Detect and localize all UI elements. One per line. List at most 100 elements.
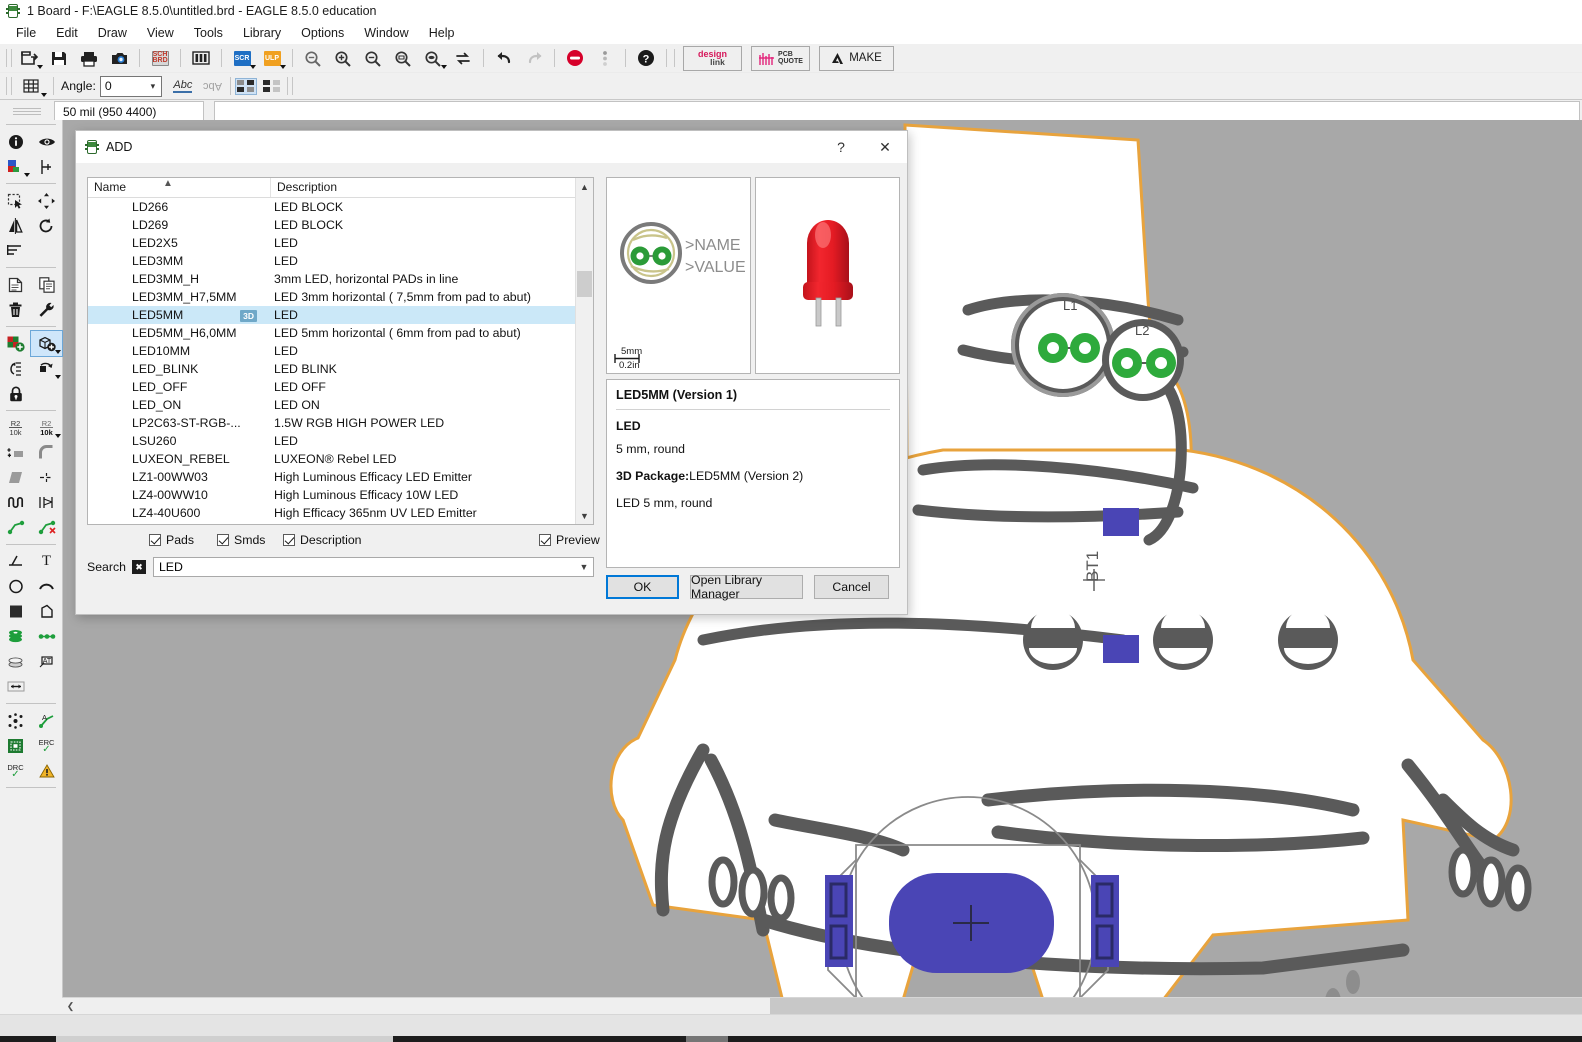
chevron-down-icon[interactable] (441, 65, 447, 69)
optimize-icon[interactable] (31, 465, 62, 490)
drc-icon[interactable]: DRC✓ (0, 758, 31, 783)
table-row[interactable]: LUXEON_REBELLUXEON® Rebel LED (88, 450, 593, 468)
circle-icon[interactable] (0, 574, 31, 599)
package-variant-icon[interactable] (31, 356, 62, 381)
menu-library[interactable]: Library (233, 24, 291, 42)
table-row[interactable]: LZ4-00WW10High Luminous Efficacy 10W LED (88, 486, 593, 504)
list-vertical-scrollbar[interactable]: ▲ ▼ (575, 178, 593, 524)
save-button[interactable] (44, 46, 74, 70)
move-icon[interactable] (31, 188, 62, 213)
search-combobox[interactable]: ▼ (153, 557, 594, 577)
delete-icon[interactable] (0, 297, 31, 322)
polygon-icon[interactable] (31, 599, 62, 624)
library-panel-button[interactable] (186, 46, 216, 70)
name-icon[interactable]: R210k (0, 415, 31, 440)
checkbox-box[interactable] (283, 534, 295, 546)
smash-icon[interactable] (0, 440, 31, 465)
redo-button[interactable] (519, 46, 549, 70)
pinswap-icon[interactable] (0, 356, 31, 381)
angle-combobox[interactable]: 0 ▾ (100, 76, 162, 97)
library-list[interactable]: Name ▲ Description LD266LED BLOCKLD269LE… (87, 177, 594, 525)
text-mirror-button[interactable]: Abc (198, 74, 228, 98)
scroll-thumb[interactable] (79, 998, 770, 1015)
miter-icon[interactable] (31, 440, 62, 465)
print-button[interactable] (74, 46, 104, 70)
signal-icon[interactable] (31, 624, 62, 649)
search-input[interactable] (154, 559, 575, 575)
erc-icon[interactable]: ERC✓ (31, 733, 62, 758)
script-button[interactable]: SCR (227, 46, 257, 70)
add-part-icon[interactable] (0, 331, 31, 356)
taskbar-item[interactable] (56, 1036, 393, 1042)
description-checkbox[interactable]: Description (283, 533, 362, 547)
group-icon[interactable] (0, 188, 31, 213)
table-row[interactable]: LED5MM_H6,0MMLED 5mm horizontal ( 6mm fr… (88, 324, 593, 342)
cam-processor-button[interactable] (104, 46, 134, 70)
clear-search-icon[interactable]: ✖ (132, 560, 146, 574)
chevron-down-icon[interactable] (280, 65, 286, 69)
checkbox-box[interactable] (149, 534, 161, 546)
design-rules-icon[interactable] (0, 733, 31, 758)
attribute-icon[interactable]: AT (31, 649, 62, 674)
chevron-down-icon[interactable] (41, 93, 47, 97)
stop-button[interactable] (560, 46, 590, 70)
menu-draw[interactable]: Draw (88, 24, 137, 42)
scroll-up-arrow[interactable]: ▲ (576, 178, 593, 195)
via-icon[interactable] (0, 624, 31, 649)
chevron-down-icon[interactable]: ▼ (575, 562, 593, 572)
table-row[interactable]: LP2C63-ST-RGB-...1.5W RGB HIGH POWER LED (88, 414, 593, 432)
chevron-down-icon[interactable]: ▾ (145, 81, 161, 92)
copy-icon[interactable] (0, 272, 31, 297)
wrench-replace-icon[interactable] (31, 297, 62, 322)
table-row[interactable]: LSU260LED (88, 432, 593, 450)
pcb-quote-button[interactable]: PCB QUOTE (751, 46, 810, 71)
chevron-down-icon[interactable] (24, 173, 30, 177)
meander-icon[interactable] (0, 490, 31, 515)
undo-button[interactable] (489, 46, 519, 70)
add-dialog[interactable]: ADD ? ✕ Name ▲ Description LD266LED BLOC… (75, 130, 908, 615)
preview-checkbox[interactable]: Preview (539, 533, 600, 547)
checkbox-box[interactable] (539, 534, 551, 546)
open-library-manager-button[interactable]: Open Library Manager (690, 575, 803, 599)
zoom-fit-button[interactable] (298, 46, 328, 70)
zoom-out-button[interactable] (358, 46, 388, 70)
table-row[interactable]: LED3MMLED (88, 252, 593, 270)
table-row[interactable]: LED2X5LED (88, 234, 593, 252)
table-row[interactable]: LZ1-00WW03High Luminous Efficacy LED Emi… (88, 468, 593, 486)
design-link-button[interactable]: design link (683, 46, 742, 71)
route-icon[interactable] (0, 515, 31, 540)
scroll-thumb[interactable] (577, 271, 592, 297)
text-style-button[interactable]: Abc (168, 74, 198, 98)
menu-view[interactable]: View (137, 24, 184, 42)
scroll-down-arrow[interactable]: ▼ (576, 507, 593, 524)
menu-file[interactable]: File (6, 24, 46, 42)
split-icon[interactable] (0, 465, 31, 490)
more-options-button[interactable] (590, 46, 620, 70)
make-button[interactable]: MAKE (819, 46, 894, 71)
horizontal-scrollbar[interactable]: ❮ (62, 997, 1582, 1015)
paste-icon[interactable] (31, 272, 62, 297)
grid-button[interactable] (14, 74, 48, 98)
switch-sch-brd-button[interactable]: SCHBRD (145, 46, 175, 70)
table-row[interactable]: LED_ONLED ON (88, 396, 593, 414)
display-layers-icon[interactable] (0, 154, 31, 179)
rect-icon[interactable] (0, 599, 31, 624)
errors-icon[interactable] (31, 758, 62, 783)
open-project-button[interactable] (14, 46, 44, 70)
help-button[interactable]: ? (631, 46, 661, 70)
zoom-redraw-button[interactable] (418, 46, 448, 70)
table-row[interactable]: LED3MM_H3mm LED, horizontal PADs in line (88, 270, 593, 288)
table-row[interactable]: LED10MMLED (88, 342, 593, 360)
menu-help[interactable]: Help (419, 24, 465, 42)
layers-top-button[interactable] (233, 74, 259, 98)
scroll-left-arrow[interactable]: ❮ (62, 998, 79, 1015)
add-3d-package-icon[interactable] (31, 331, 62, 356)
chevron-down-icon[interactable] (250, 65, 256, 69)
scroll-track[interactable] (79, 998, 1582, 1015)
menu-edit[interactable]: Edit (46, 24, 88, 42)
pads-checkbox[interactable]: Pads (149, 533, 194, 547)
ok-button[interactable]: OK (606, 575, 679, 599)
arc-icon[interactable] (31, 574, 62, 599)
ratsnest-icon[interactable] (31, 490, 62, 515)
text-icon[interactable]: T (31, 549, 62, 574)
